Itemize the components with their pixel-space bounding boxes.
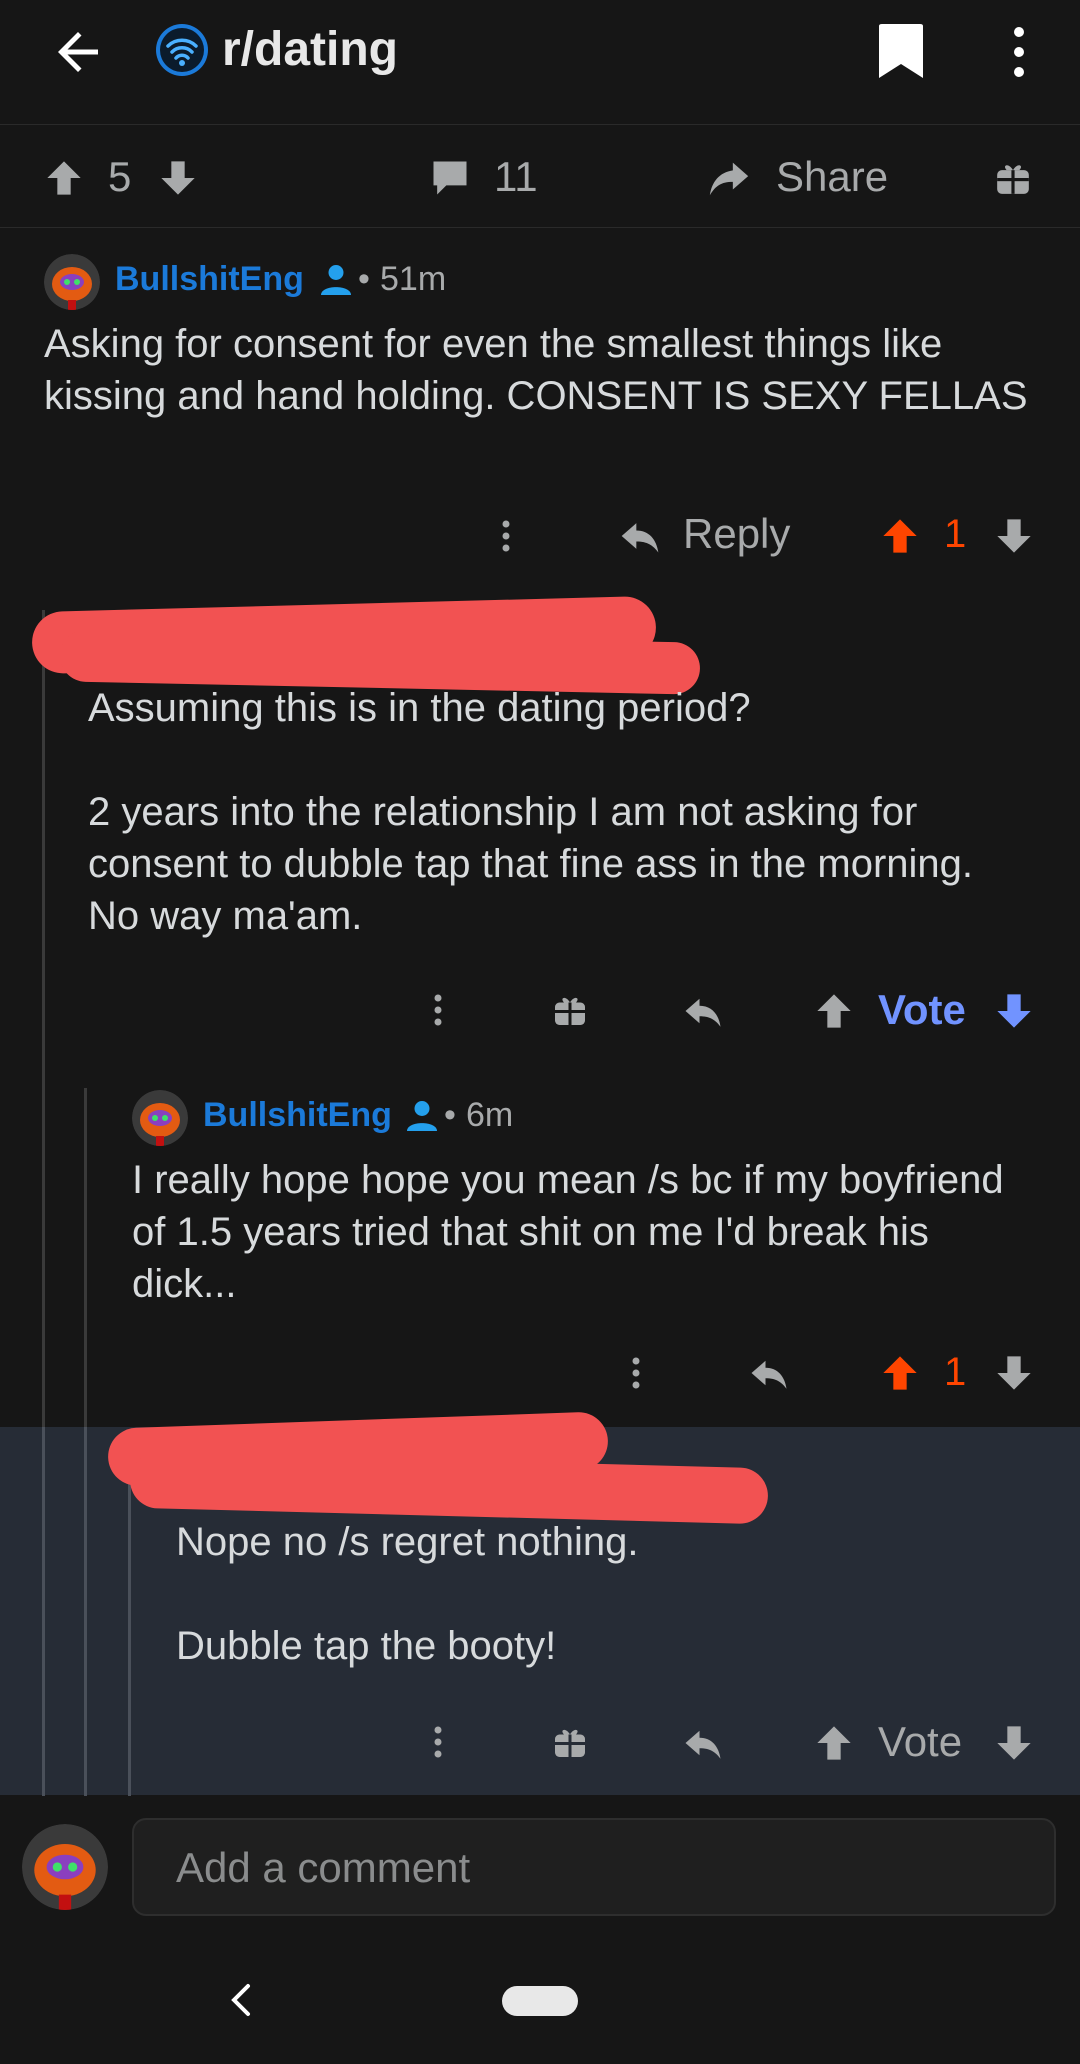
reply-icon[interactable] — [618, 514, 662, 558]
downvote-icon[interactable] — [994, 991, 1034, 1031]
top-app-bar: r/dating — [0, 0, 1080, 125]
comment-author[interactable]: BullshitEng — [115, 260, 304, 299]
thread-line — [42, 1427, 45, 1800]
subreddit-name[interactable]: r/dating — [222, 18, 398, 82]
comment-body: I really hope hope you mean /s bc if my … — [132, 1158, 1004, 1306]
comment-time: 6m — [466, 1096, 514, 1134]
gift-award-icon[interactable] — [552, 1724, 588, 1760]
gift-award-icon[interactable] — [552, 992, 588, 1028]
more-options-icon[interactable] — [428, 1722, 448, 1762]
comment-count[interactable]: 11 — [494, 147, 538, 207]
comment-score: 1 — [944, 1350, 967, 1394]
system-nav-bar — [0, 1940, 1080, 2064]
upvote-icon[interactable] — [814, 991, 854, 1031]
home-pill[interactable] — [502, 1986, 578, 2016]
reply-button[interactable]: Reply — [683, 510, 790, 558]
comment-body: Asking for consent for even the smallest… — [44, 322, 1028, 418]
more-options-icon[interactable] — [496, 516, 516, 556]
comment-score: 1 — [944, 512, 967, 556]
avatar[interactable] — [44, 254, 100, 310]
upvote-icon[interactable] — [880, 516, 920, 556]
nav-back-icon[interactable] — [226, 1980, 256, 2020]
upvote-icon[interactable] — [814, 1723, 854, 1763]
comment-composer[interactable] — [132, 1818, 1056, 1916]
reply-icon[interactable] — [682, 990, 724, 1032]
comment-bubble-icon[interactable] — [428, 156, 472, 200]
subreddit-icon[interactable] — [154, 22, 210, 78]
thread-line — [84, 1427, 87, 1800]
comment-dot: • — [444, 1096, 456, 1134]
op-user-icon — [407, 1101, 437, 1131]
comment-body: Nope no /s regret nothing. Dubble tap th… — [176, 1520, 639, 1668]
comment-dot: • — [358, 260, 370, 298]
more-options-icon[interactable] — [428, 990, 448, 1030]
downvote-icon[interactable] — [994, 1353, 1034, 1393]
downvote-icon[interactable] — [158, 158, 198, 198]
downvote-icon[interactable] — [994, 1723, 1034, 1763]
share-arrow-icon[interactable] — [706, 155, 752, 201]
upvote-icon[interactable] — [880, 1353, 920, 1393]
comment-input[interactable] — [174, 1820, 1038, 1916]
reply-icon[interactable] — [748, 1352, 790, 1394]
back-arrow-icon[interactable] — [48, 22, 108, 82]
comment-body: Assuming this is in the dating period? 2… — [88, 686, 974, 938]
more-options-icon[interactable] — [1004, 22, 1034, 82]
bookmark-icon[interactable] — [876, 22, 926, 80]
avatar[interactable] — [22, 1824, 108, 1910]
comment-time: 51m — [380, 260, 447, 298]
post-score: 5 — [108, 153, 132, 200]
share-button[interactable]: Share — [776, 147, 888, 207]
upvote-icon[interactable] — [44, 158, 84, 198]
downvote-icon[interactable] — [994, 516, 1034, 556]
gift-award-icon[interactable] — [994, 159, 1032, 197]
avatar[interactable] — [132, 1090, 188, 1146]
op-user-icon — [321, 265, 351, 295]
reply-icon[interactable] — [682, 1722, 724, 1764]
post-action-bar: 5 11 Share — [0, 125, 1080, 228]
vote-label[interactable]: Vote — [878, 986, 966, 1034]
comment-author[interactable]: BullshitEng — [203, 1096, 392, 1135]
more-options-icon[interactable] — [626, 1353, 646, 1393]
thread-line — [128, 1440, 131, 1800]
vote-label[interactable]: Vote — [878, 1718, 962, 1766]
